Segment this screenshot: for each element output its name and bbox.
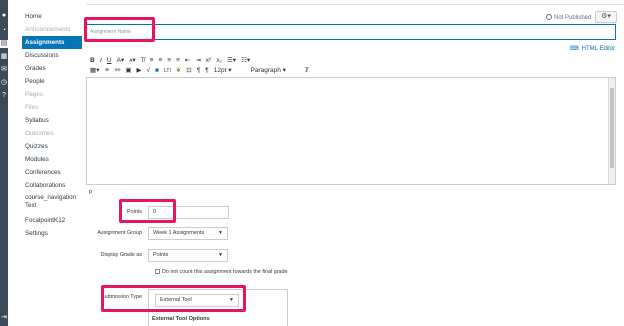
display-grade-value: Points bbox=[153, 252, 169, 258]
lti-tool-icon[interactable]: ■ bbox=[155, 66, 159, 76]
course-nav-focalpointk12[interactable]: FocalpointK12 bbox=[22, 214, 82, 227]
assignment-group-label: Assignment Group bbox=[97, 230, 142, 236]
assignment-group-value: Week 1 Assignments bbox=[153, 230, 205, 236]
course-nav-outcomes[interactable]: Outcomes bbox=[22, 127, 82, 140]
global-navigation: ● ◔ ▤ ▦ ✉ ◷ ? bbox=[0, 0, 8, 326]
course-nav-discussions[interactable]: Discussions bbox=[22, 49, 82, 62]
italic-icon[interactable]: I bbox=[100, 56, 102, 66]
highlight-assignment-name bbox=[84, 17, 155, 42]
underline-icon[interactable]: U bbox=[107, 56, 112, 66]
clear-formatting-icon[interactable]: T̸ bbox=[141, 56, 145, 66]
editor-scrollbar[interactable] bbox=[608, 78, 615, 184]
table-icon[interactable]: ▦▾ bbox=[90, 66, 99, 76]
assignment-group-select[interactable]: Week 1 Assignments ▼ bbox=[148, 227, 228, 240]
numbered-list-icon[interactable]: ☷▾ bbox=[241, 56, 250, 66]
course-nav-modules[interactable]: Modules bbox=[22, 153, 82, 166]
math-icon[interactable]: √ bbox=[146, 66, 150, 76]
subscript-icon[interactable]: x₂ bbox=[216, 56, 222, 66]
course-nav-pages[interactable]: Pages bbox=[22, 88, 82, 101]
outdent-icon[interactable]: ⇤ bbox=[185, 56, 190, 66]
lti-label-icon[interactable]: LTI bbox=[164, 66, 171, 76]
align-justify-icon[interactable]: ≡ bbox=[176, 56, 180, 66]
collapse-nav-icon[interactable]: ⇥ bbox=[0, 313, 8, 321]
inbox-icon[interactable]: ✉ bbox=[0, 66, 8, 74]
clear-format-icon[interactable]: Ⱦ bbox=[305, 66, 309, 76]
editor-toolbar-row-2: ▦▾ ⚭ ⚯ ▣ ▶ √ ■ LTI ❦ ⊡ ¶ ¶ 12pt ▾ Paragr… bbox=[90, 66, 314, 76]
editor-toolbar-row-1: B I U A▾ ᴀ▾ T̸ ≡ ≡ ≡ ≡ ⇤ ⇥ x² x₂ ☰▾ ☷▾ bbox=[90, 56, 255, 66]
ltr-icon[interactable]: ¶ bbox=[197, 66, 201, 76]
omit-from-final-grade-label: Do not count this assignment towards the… bbox=[162, 269, 288, 275]
background-color-icon[interactable]: ᴀ▾ bbox=[129, 56, 136, 66]
editor-element-path: p bbox=[89, 189, 93, 195]
html-editor-label: HTML Editor bbox=[581, 46, 616, 52]
course-nav-collaborations[interactable]: Collaborations bbox=[22, 179, 82, 192]
bullet-list-icon[interactable]: ☰▾ bbox=[227, 56, 236, 66]
font-size-select[interactable]: 12pt ▾ bbox=[214, 66, 232, 76]
chevron-down-icon: ▼ bbox=[218, 252, 223, 258]
history-icon[interactable]: ◷ bbox=[0, 79, 8, 87]
chevron-down-icon: ▼ bbox=[218, 230, 223, 236]
publish-status-label: Not Published bbox=[554, 15, 592, 21]
plugin-leaf-icon[interactable]: ❦ bbox=[176, 66, 181, 76]
assignment-name-input[interactable] bbox=[86, 24, 616, 40]
course-nav-quizzes[interactable]: Quizzes bbox=[22, 140, 82, 153]
course-nav-conferences[interactable]: Conferences bbox=[22, 166, 82, 179]
course-nav-files[interactable]: Files bbox=[22, 101, 82, 114]
align-left-icon[interactable]: ≡ bbox=[150, 56, 154, 66]
course-nav-grades[interactable]: Grades bbox=[22, 62, 82, 75]
highlight-points bbox=[119, 199, 176, 223]
superscript-icon[interactable]: x² bbox=[206, 56, 211, 66]
display-grade-select[interactable]: Points ▼ bbox=[148, 249, 228, 262]
courses-icon[interactable]: ▤ bbox=[0, 40, 8, 48]
omit-from-final-grade-checkbox[interactable]: Do not count this assignment towards the… bbox=[155, 269, 288, 275]
help-icon[interactable]: ? bbox=[0, 92, 8, 100]
block-format-select[interactable]: Paragraph ▾ bbox=[250, 66, 285, 76]
course-nav-syllabus[interactable]: Syllabus bbox=[22, 114, 82, 127]
dashboard-icon[interactable]: ◔ bbox=[0, 27, 8, 35]
highlight-submission-type bbox=[101, 285, 246, 312]
external-tool-options-heading: External Tool Options bbox=[152, 316, 210, 322]
course-nav-assignments[interactable]: Assignments bbox=[22, 36, 82, 49]
block-format-value: Paragraph bbox=[250, 67, 281, 74]
indent-icon[interactable]: ⇥ bbox=[195, 56, 200, 66]
link-icon[interactable]: ⚭ bbox=[104, 66, 109, 76]
course-nav-announcements[interactable]: Announcements bbox=[22, 23, 82, 36]
embed-icon[interactable]: ⊡ bbox=[186, 66, 191, 76]
media-icon[interactable]: ▶ bbox=[136, 66, 141, 76]
align-right-icon[interactable]: ≡ bbox=[167, 56, 171, 66]
display-grade-label: Display Grade as bbox=[100, 252, 142, 258]
code-icon: ⌨ bbox=[570, 46, 579, 52]
checkbox-icon[interactable] bbox=[155, 269, 160, 274]
unpublished-icon bbox=[546, 14, 552, 20]
align-center-icon[interactable]: ≡ bbox=[158, 56, 162, 66]
font-size-value: 12pt bbox=[213, 67, 227, 74]
course-navigation: Home Announcements Assignments Discussio… bbox=[22, 10, 82, 240]
settings-gear-button[interactable]: ⚙▾ bbox=[595, 11, 617, 23]
account-icon[interactable]: ● bbox=[0, 12, 8, 20]
image-icon[interactable]: ▣ bbox=[125, 66, 131, 76]
publish-status: Not Published bbox=[546, 14, 591, 21]
html-editor-link[interactable]: ⌨ HTML Editor bbox=[570, 45, 615, 52]
text-color-icon[interactable]: A▾ bbox=[117, 56, 125, 66]
rich-text-editor-area[interactable] bbox=[86, 77, 616, 185]
editor-scrollbar-thumb[interactable] bbox=[610, 88, 614, 168]
header-divider bbox=[86, 4, 624, 5]
bold-icon[interactable]: B bbox=[90, 56, 95, 66]
course-nav-people[interactable]: People bbox=[22, 75, 82, 88]
calendar-icon[interactable]: ▦ bbox=[0, 53, 8, 61]
rtl-icon[interactable]: ¶ bbox=[205, 66, 209, 76]
course-nav-home[interactable]: Home bbox=[22, 10, 82, 23]
unlink-icon[interactable]: ⚯ bbox=[115, 66, 120, 76]
